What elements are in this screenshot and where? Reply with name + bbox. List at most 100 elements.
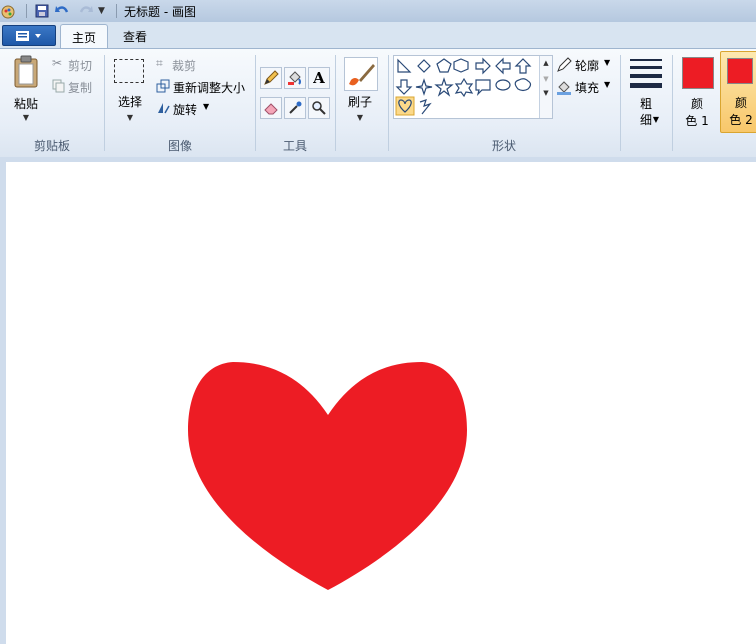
color-picker-tool[interactable] xyxy=(284,97,306,119)
scroll-down-icon[interactable]: ▼ xyxy=(540,75,552,83)
group-separator xyxy=(620,55,621,151)
rotate-dropdown-icon: ▼ xyxy=(203,102,210,111)
size-dropdown-icon: ▼ xyxy=(652,115,660,124)
crop-label: 裁剪 xyxy=(172,59,197,73)
copy-icon xyxy=(52,79,65,93)
group-separator xyxy=(335,55,336,151)
outline-dropdown-icon: ▼ xyxy=(604,58,611,67)
save-icon[interactable] xyxy=(34,2,50,20)
line-thin xyxy=(630,59,662,61)
cloud-callout-icon[interactable] xyxy=(514,78,532,92)
paste-label: 粘贴 xyxy=(13,97,38,111)
crop-button[interactable]: ⌗ 裁剪 xyxy=(156,55,216,73)
eyedropper-icon xyxy=(289,101,302,114)
paste-button[interactable]: 粘贴 ▼ xyxy=(6,53,46,125)
color1-label-line1: 颜 xyxy=(690,97,703,111)
color2-swatch xyxy=(727,58,753,84)
outline-button[interactable]: 轮廓 ▼ xyxy=(556,55,616,73)
color1-button[interactable]: 颜 色 1 xyxy=(676,53,718,131)
copy-label: 复制 xyxy=(68,81,93,95)
size-button[interactable]: 粗 细 ▼ xyxy=(626,55,666,131)
select-dropdown-icon: ▼ xyxy=(126,113,134,122)
tab-home[interactable]: 主页 xyxy=(60,24,108,49)
tab-view[interactable]: 查看 xyxy=(112,24,158,48)
left-arrow-icon[interactable] xyxy=(495,57,511,75)
shapes-scrollbar[interactable]: ▲ ▼ ▼ xyxy=(539,56,552,118)
oval-callout-icon[interactable] xyxy=(495,79,511,91)
scroll-up-icon[interactable]: ▲ xyxy=(540,59,552,67)
resize-button[interactable]: 重新调整大小 xyxy=(156,77,252,95)
paste-dropdown-icon: ▼ xyxy=(22,113,30,122)
crop-icon: ⌗ xyxy=(156,56,163,70)
cut-button[interactable]: ✂ 剪切 xyxy=(52,55,100,73)
select-label: 选择 xyxy=(117,95,142,109)
hexagon-icon[interactable] xyxy=(453,58,469,73)
paint-app-icon[interactable] xyxy=(0,2,16,20)
color2-label-line1: 颜 xyxy=(734,96,747,110)
color1-swatch xyxy=(682,57,714,89)
line-medium xyxy=(630,66,662,69)
brush-icon xyxy=(349,64,375,86)
right-triangle-icon[interactable] xyxy=(397,58,412,73)
paint-bucket-icon xyxy=(288,71,301,85)
color2-label-line2: 色 2 xyxy=(729,113,753,127)
clipboard-group-label: 剪贴板 xyxy=(33,139,70,153)
color1-label-line2: 色 1 xyxy=(685,114,709,128)
size-label-line1: 粗 xyxy=(639,97,652,111)
rotate-icon xyxy=(158,103,170,114)
shapes-grid xyxy=(395,57,532,116)
pencil-tool[interactable] xyxy=(260,67,282,89)
copy-button[interactable]: 复制 xyxy=(52,77,100,95)
pentagon-icon[interactable] xyxy=(436,58,452,73)
magnifier-tool[interactable] xyxy=(308,97,330,119)
brushes-dropdown-icon: ▼ xyxy=(356,113,364,122)
pencil-icon xyxy=(264,70,279,85)
window-title: 无标题 - 画图 xyxy=(124,5,196,19)
drawing-canvas[interactable] xyxy=(6,162,756,644)
quick-access-dropdown-icon[interactable]: ▼ xyxy=(98,2,110,20)
eraser-icon xyxy=(264,103,278,115)
color2-button[interactable]: 颜 色 2 xyxy=(720,51,756,133)
rect-callout-icon[interactable] xyxy=(475,79,491,96)
eraser-tool[interactable] xyxy=(260,97,282,119)
redo-icon[interactable] xyxy=(78,2,94,20)
heart-drawing xyxy=(188,362,467,590)
rotate-label: 旋转 xyxy=(173,103,198,117)
text-tool[interactable]: A xyxy=(308,67,330,89)
menu-icon xyxy=(16,30,41,41)
fill-icon xyxy=(557,81,571,95)
tools-group-label: 工具 xyxy=(282,139,307,153)
rotate-button[interactable]: 旋转 ▼ xyxy=(156,99,216,117)
line-thickest xyxy=(630,83,662,88)
down-arrow-icon[interactable] xyxy=(395,79,413,95)
brushes-label: 刷子 xyxy=(347,95,372,109)
select-button[interactable]: 选择 ▼ xyxy=(110,55,150,127)
six-point-star-icon[interactable] xyxy=(454,77,474,98)
fill-tool[interactable] xyxy=(284,67,306,89)
shapes-gallery[interactable]: ▲ ▼ ▼ xyxy=(393,55,553,119)
title-bar: ▼ 无标题 - 画图 xyxy=(0,0,756,22)
line-thick xyxy=(630,74,662,78)
scissors-icon: ✂ xyxy=(52,56,63,70)
cut-label: 剪切 xyxy=(68,59,93,73)
gallery-expand-icon[interactable]: ▼ xyxy=(540,89,552,97)
five-point-star-icon[interactable] xyxy=(434,77,454,97)
diamond-icon[interactable] xyxy=(417,59,431,73)
brushes-button[interactable]: 刷子 ▼ xyxy=(340,55,384,127)
fill-button[interactable]: 填充 ▼ xyxy=(556,77,616,95)
outline-icon xyxy=(557,57,572,72)
paint-menu-button[interactable] xyxy=(2,25,56,46)
resize-label: 重新调整大小 xyxy=(173,81,246,95)
canvas-drawing xyxy=(188,362,467,590)
group-separator xyxy=(672,55,673,151)
four-point-star-icon[interactable] xyxy=(415,78,433,96)
text-icon: A xyxy=(313,69,325,87)
lightning-icon[interactable] xyxy=(419,99,432,115)
right-arrow-icon[interactable] xyxy=(475,57,491,75)
image-group-label: 图像 xyxy=(167,139,192,153)
brush-preview xyxy=(344,57,378,91)
outline-label: 轮廓 xyxy=(575,59,600,73)
resize-icon xyxy=(156,79,170,93)
up-arrow-icon[interactable] xyxy=(514,58,532,74)
undo-icon[interactable] xyxy=(54,2,70,20)
